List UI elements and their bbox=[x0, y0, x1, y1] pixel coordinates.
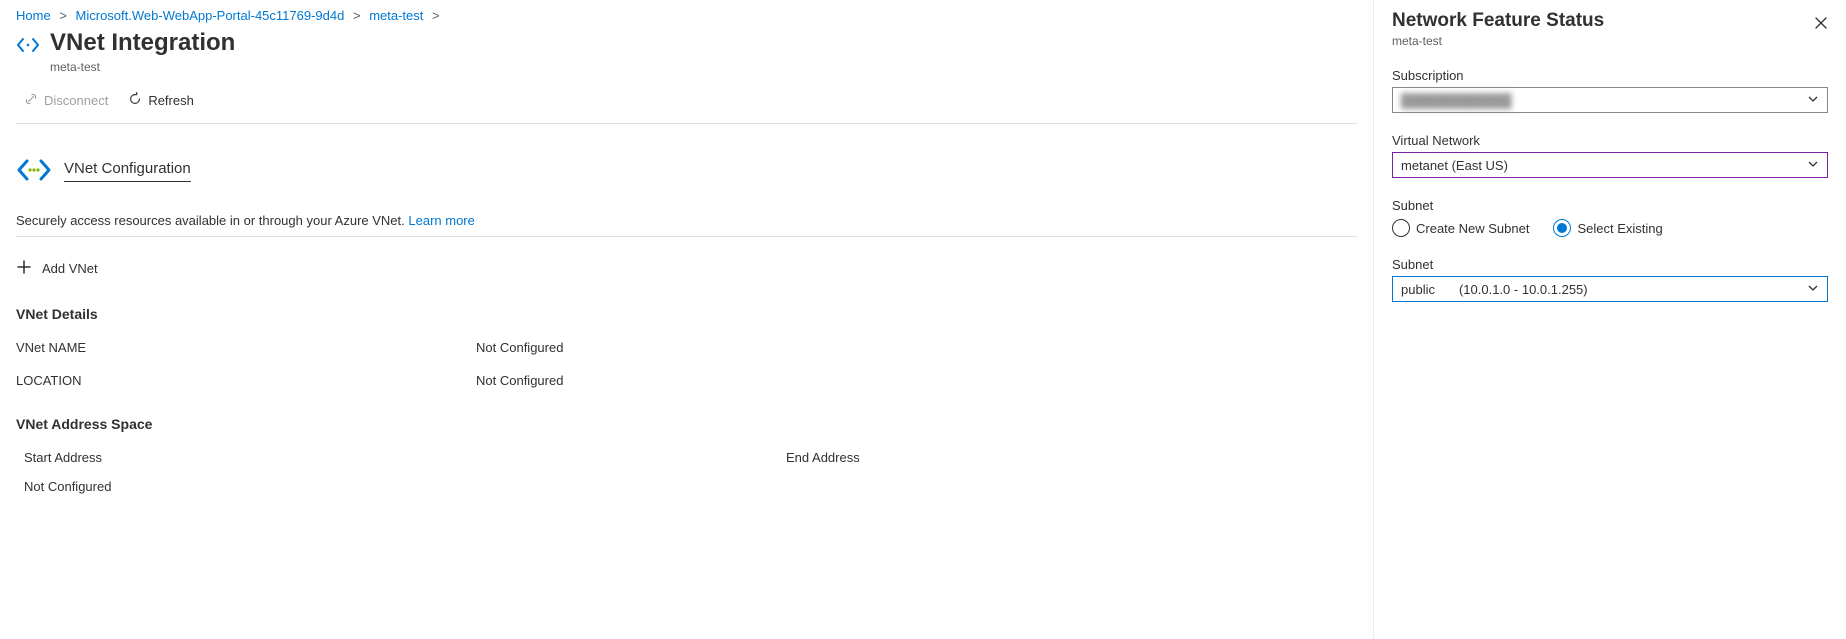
breadcrumb-sep: > bbox=[432, 8, 440, 23]
close-panel-button[interactable] bbox=[1810, 12, 1832, 37]
plus-icon bbox=[16, 259, 32, 278]
virtual-network-value: metanet (East US) bbox=[1401, 158, 1508, 173]
breadcrumb-sep: > bbox=[59, 8, 67, 23]
vnet-details-heading: VNet Details bbox=[16, 306, 1357, 322]
radio-create-label: Create New Subnet bbox=[1416, 221, 1529, 236]
vnet-name-row: VNet NAME Not Configured bbox=[16, 340, 1357, 355]
vnet-location-label: LOCATION bbox=[16, 373, 476, 388]
add-vnet-button[interactable]: Add VNet bbox=[16, 259, 98, 278]
vnet-name-label: VNet NAME bbox=[16, 340, 476, 355]
page-header: VNet Integration meta-test bbox=[16, 29, 1357, 74]
breadcrumb-resource[interactable]: Microsoft.Web-WebApp-Portal-45c11769-9d4… bbox=[76, 8, 345, 23]
radio-checked-icon bbox=[1553, 219, 1571, 237]
vnet-location-row: LOCATION Not Configured bbox=[16, 373, 1357, 388]
vnet-name-value: Not Configured bbox=[476, 340, 563, 355]
vnet-config-description: Securely access resources available in o… bbox=[16, 213, 1357, 237]
address-table-header: Start Address End Address bbox=[16, 444, 1357, 471]
network-feature-panel: Network Feature Status meta-test Subscri… bbox=[1374, 0, 1846, 639]
virtual-network-label: Virtual Network bbox=[1392, 133, 1828, 148]
subnet-select[interactable]: public (10.0.1.0 - 10.0.1.255) bbox=[1392, 276, 1828, 302]
learn-more-link[interactable]: Learn more bbox=[408, 213, 474, 228]
breadcrumb-home[interactable]: Home bbox=[16, 8, 51, 23]
subnet-field: Subnet public (10.0.1.0 - 10.0.1.255) bbox=[1392, 257, 1828, 302]
radio-unchecked-icon bbox=[1392, 219, 1410, 237]
subscription-label: Subscription bbox=[1392, 68, 1828, 83]
add-vnet-label: Add VNet bbox=[42, 261, 98, 276]
subnet-type-label: Subnet bbox=[1392, 198, 1828, 213]
breadcrumb-app[interactable]: meta-test bbox=[369, 8, 423, 23]
disconnect-label: Disconnect bbox=[44, 93, 108, 108]
panel-subtitle: meta-test bbox=[1392, 34, 1828, 48]
virtual-network-field: Virtual Network metanet (East US) bbox=[1392, 133, 1828, 178]
breadcrumb: Home > Microsoft.Web-WebApp-Portal-45c11… bbox=[16, 8, 1357, 23]
subnet-label: Subnet bbox=[1392, 257, 1828, 272]
radio-select-existing[interactable]: Select Existing bbox=[1553, 219, 1662, 237]
col-end-address: End Address bbox=[786, 450, 1357, 465]
vnet-config-icon bbox=[16, 152, 52, 191]
col-start-address: Start Address bbox=[16, 450, 786, 465]
subnet-range: (10.0.1.0 - 10.0.1.255) bbox=[1459, 282, 1588, 297]
subscription-field: Subscription ████████████ bbox=[1392, 68, 1828, 113]
radio-existing-label: Select Existing bbox=[1577, 221, 1662, 236]
chevron-down-icon bbox=[1807, 282, 1819, 297]
breadcrumb-sep: > bbox=[353, 8, 361, 23]
vnet-address-space-heading: VNet Address Space bbox=[16, 416, 1357, 432]
vnet-location-value: Not Configured bbox=[476, 373, 563, 388]
subnet-name: public bbox=[1401, 282, 1435, 297]
refresh-icon bbox=[128, 92, 142, 109]
page-title: VNet Integration bbox=[50, 29, 235, 58]
subscription-select[interactable]: ████████████ bbox=[1392, 87, 1828, 113]
panel-title: Network Feature Status bbox=[1392, 10, 1828, 32]
chevron-down-icon bbox=[1807, 93, 1819, 108]
disconnect-button: Disconnect bbox=[16, 88, 116, 113]
subnet-type-field: Subnet Create New Subnet Select Existing bbox=[1392, 198, 1828, 237]
radio-create-new-subnet[interactable]: Create New Subnet bbox=[1392, 219, 1529, 237]
chevron-down-icon bbox=[1807, 158, 1819, 173]
description-text: Securely access resources available in o… bbox=[16, 213, 405, 228]
vnet-config-title: VNet Configuration bbox=[64, 160, 191, 182]
refresh-button[interactable]: Refresh bbox=[120, 88, 202, 113]
disconnect-icon bbox=[24, 92, 38, 109]
close-icon bbox=[1814, 18, 1828, 33]
page-subtitle: meta-test bbox=[50, 60, 235, 74]
vnet-config-section-head: VNet Configuration bbox=[16, 152, 1357, 191]
virtual-network-select[interactable]: metanet (East US) bbox=[1392, 152, 1828, 178]
vnet-integration-icon bbox=[16, 33, 40, 60]
subscription-value: ████████████ bbox=[1401, 93, 1512, 108]
refresh-label: Refresh bbox=[148, 93, 194, 108]
command-bar: Disconnect Refresh bbox=[16, 88, 1357, 124]
main-blade: Home > Microsoft.Web-WebApp-Portal-45c11… bbox=[0, 0, 1374, 639]
address-table-row: Not Configured bbox=[16, 471, 1357, 502]
